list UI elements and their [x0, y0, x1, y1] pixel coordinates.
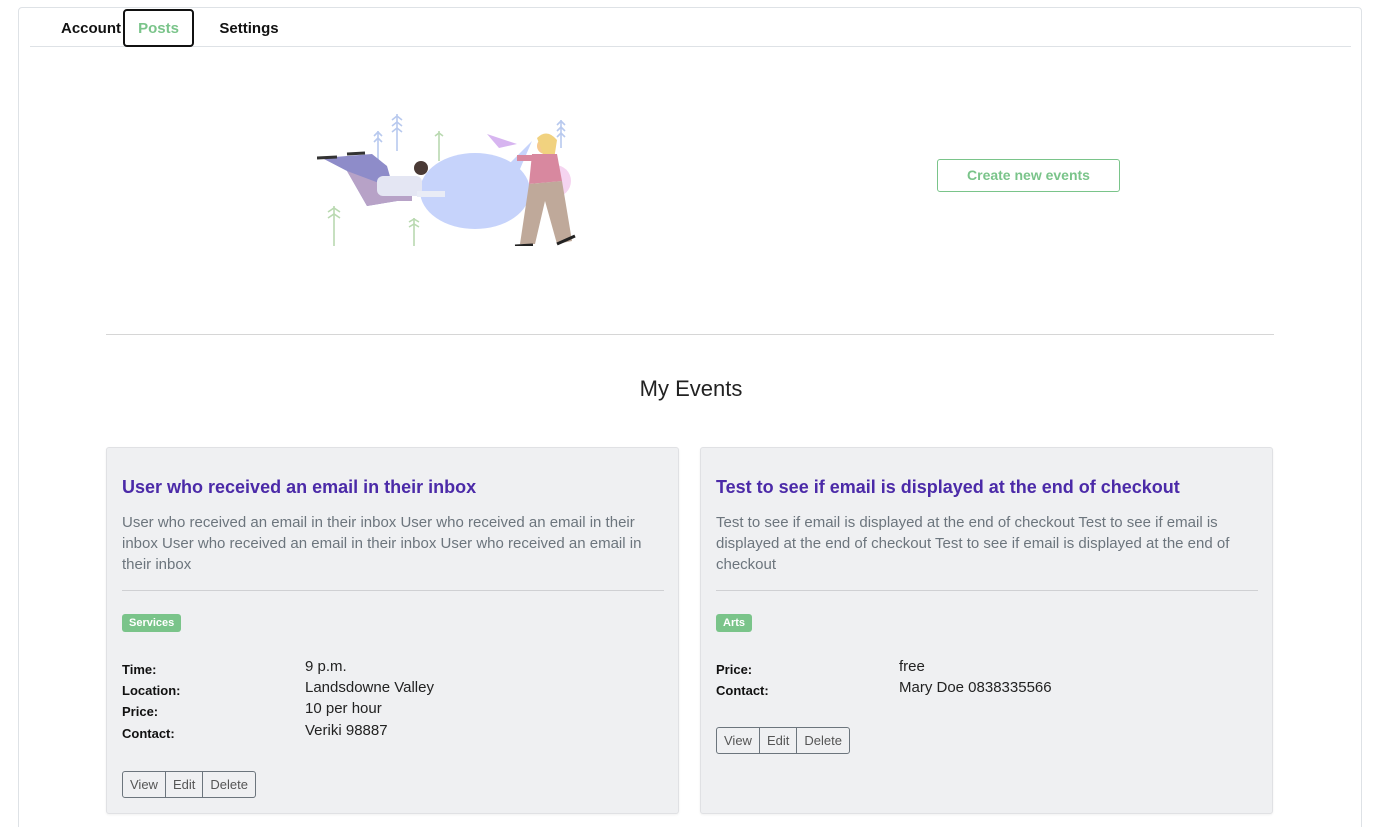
- category-badge: Arts: [716, 614, 753, 632]
- card-divider: [122, 590, 664, 591]
- event-actions: View Edit Delete: [716, 727, 850, 754]
- detail-value: free: [899, 658, 925, 675]
- detail-value: Veriki 98887: [305, 722, 388, 739]
- detail-label: Price:: [716, 662, 753, 677]
- detail-label: Contact:: [716, 683, 769, 698]
- edit-button[interactable]: Edit: [760, 728, 798, 753]
- detail-label: Contact:: [122, 726, 175, 741]
- event-description: Test to see if email is displayed at the…: [716, 514, 1230, 573]
- event-actions: View Edit Delete: [122, 771, 256, 798]
- detail-label: Price:: [122, 704, 159, 719]
- event-title[interactable]: Test to see if email is displayed at the…: [716, 477, 1261, 498]
- event-title[interactable]: User who received an email in their inbo…: [122, 477, 667, 498]
- delete-button[interactable]: Delete: [203, 772, 255, 797]
- profile-panel: Account Posts Settings Create new events…: [18, 7, 1362, 827]
- detail-row-contact: Contact: Mary Doe 0838335566: [716, 679, 1261, 700]
- detail-value: 9 p.m.: [305, 658, 347, 675]
- detail-value: 10 per hour: [305, 700, 382, 717]
- delete-button[interactable]: Delete: [797, 728, 849, 753]
- detail-row-time: Time: 9 p.m.: [122, 658, 667, 679]
- page-title: My Events: [639, 376, 743, 401]
- tab-settings[interactable]: Settings: [204, 9, 294, 47]
- event-card: User who received an email in their inbo…: [106, 447, 679, 814]
- detail-value: Landsdowne Valley: [305, 679, 434, 696]
- event-description: User who received an email in their inbo…: [122, 514, 642, 573]
- detail-row-location: Location: Landsdowne Valley: [122, 679, 667, 700]
- detail-label: Location:: [122, 683, 181, 698]
- category-badge: Services: [122, 614, 182, 632]
- event-card: Test to see if email is displayed at the…: [700, 447, 1273, 814]
- detail-label: Time:: [122, 662, 157, 677]
- detail-row-price: Price: 10 per hour: [122, 700, 667, 721]
- people-paper-plane-illustration: [317, 114, 576, 246]
- section-divider: [106, 334, 1274, 335]
- detail-row-contact: Contact: Veriki 98887: [122, 722, 667, 743]
- detail-value: Mary Doe 0838335566: [899, 679, 1052, 696]
- view-button[interactable]: View: [717, 728, 760, 753]
- card-divider: [716, 590, 1258, 591]
- detail-row-price: Price: free: [716, 658, 1261, 679]
- view-button[interactable]: View: [123, 772, 166, 797]
- tab-bar: Account Posts Settings: [30, 8, 1351, 47]
- create-event-button[interactable]: Create new events: [937, 159, 1120, 192]
- edit-button[interactable]: Edit: [166, 772, 204, 797]
- tab-posts[interactable]: Posts: [123, 9, 194, 47]
